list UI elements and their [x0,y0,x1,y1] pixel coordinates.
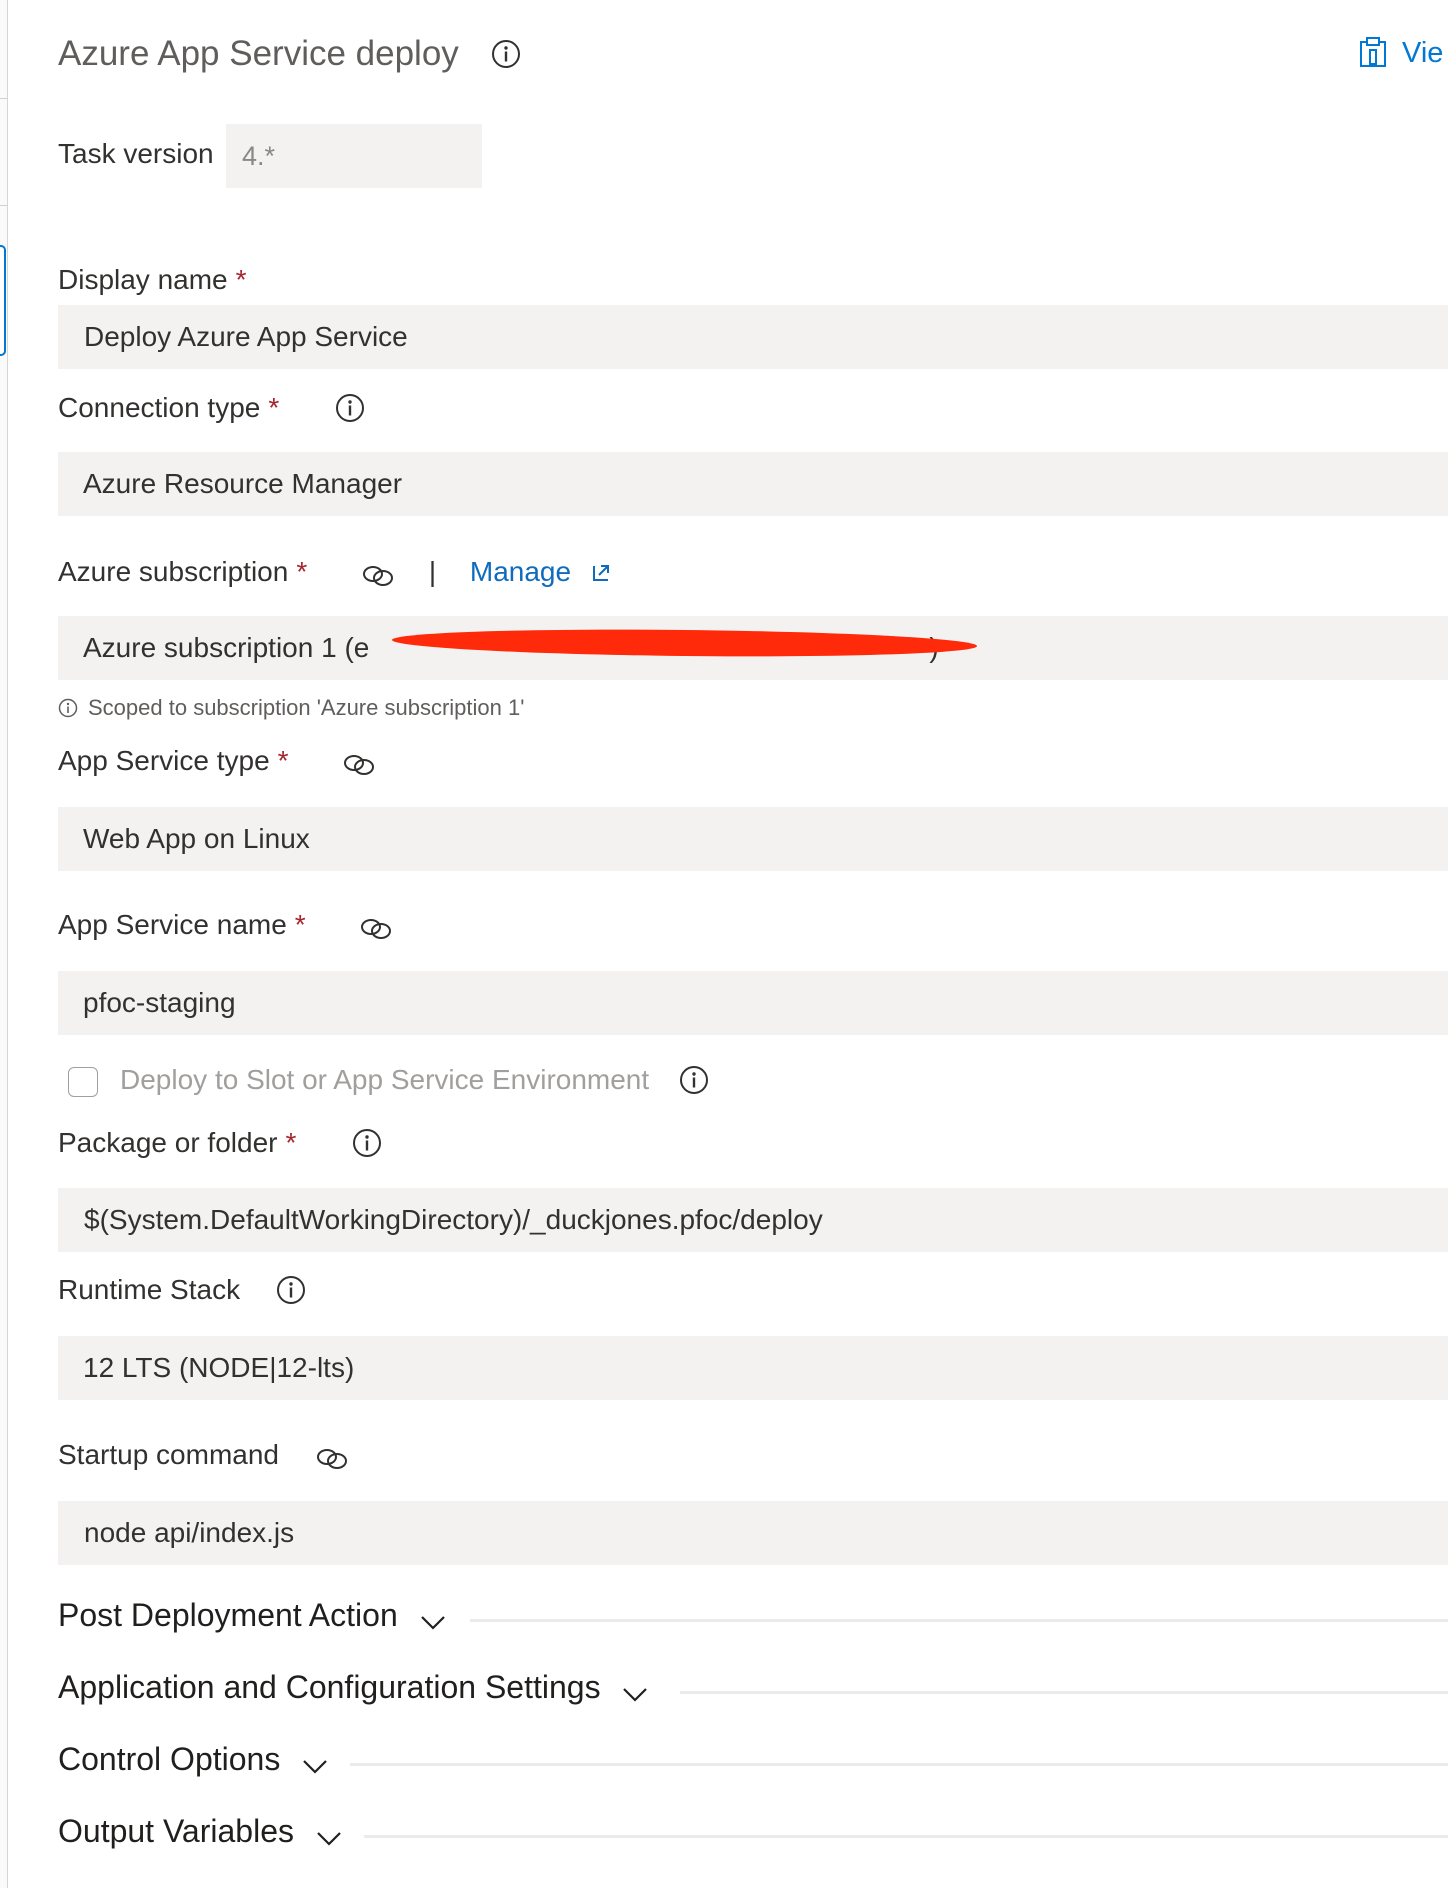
info-icon[interactable] [352,1128,382,1158]
deploy-to-slot-checkbox[interactable] [68,1067,98,1097]
section-divider [680,1691,1448,1694]
section-output-variables[interactable]: Output Variables [58,1813,343,1850]
connection-type-select[interactable]: Azure Resource Manager [58,452,1448,516]
external-link-icon[interactable] [591,563,611,583]
clipboard-icon [1360,37,1386,67]
selected-task-indicator[interactable] [0,245,6,356]
required-marker: * [294,909,306,940]
task-version-select[interactable]: 4.* [226,124,482,188]
chevron-down-icon [420,1616,445,1630]
info-icon[interactable] [679,1065,709,1095]
startup-command-label: Startup command [58,1439,349,1471]
required-marker: * [296,556,308,587]
required-marker: * [235,264,247,295]
task-title: Azure App Service deploy [58,34,521,74]
link-icon[interactable] [359,916,393,940]
required-marker: * [285,1127,297,1158]
chevron-down-icon [623,1688,648,1702]
manage-link[interactable]: Manage [470,556,571,587]
required-marker: * [277,745,289,776]
link-icon[interactable] [342,752,376,776]
package-or-folder-label: Package or folder * [58,1127,382,1159]
view-yaml-link[interactable]: Vie [1358,36,1443,70]
rail-divider [0,98,7,99]
chevron-down-icon [303,1760,327,1774]
section-app-config-settings[interactable]: Application and Configuration Settings [58,1669,649,1706]
chevron-down-icon [317,1832,341,1846]
app-service-type-label: App Service type * [58,745,376,777]
rail-divider [0,205,7,206]
deploy-to-slot-label[interactable]: Deploy to Slot or App Service Environmen… [120,1064,709,1096]
display-name-label: Display name * [58,264,247,295]
info-icon[interactable] [276,1275,306,1305]
runtime-stack-label: Runtime Stack [58,1274,306,1306]
azure-subscription-label: Azure subscription * | Manage [58,556,611,588]
startup-command-input[interactable]: node api/index.js [58,1501,1448,1565]
left-panel-edge [0,0,8,1888]
section-divider [364,1835,1448,1838]
package-or-folder-input[interactable]: $(System.DefaultWorkingDirectory)/_duckj… [58,1188,1448,1252]
info-icon[interactable] [335,393,365,423]
app-service-name-select[interactable]: pfoc-staging [58,971,1448,1035]
connection-type-label: Connection type * [58,392,365,424]
task-version-label: Task version [58,138,214,169]
info-icon[interactable] [491,39,521,69]
subscription-scope-hint: Scoped to subscription 'Azure subscripti… [58,695,524,721]
section-post-deployment-action[interactable]: Post Deployment Action [58,1597,447,1634]
runtime-stack-select[interactable]: 12 LTS (NODE|12-lts) [58,1336,1448,1400]
section-divider [350,1763,1448,1766]
required-marker: * [268,392,280,423]
link-icon[interactable] [361,563,395,587]
section-divider [470,1619,1448,1622]
app-service-type-select[interactable]: Web App on Linux [58,807,1448,871]
section-control-options[interactable]: Control Options [58,1741,329,1778]
display-name-input[interactable]: Deploy Azure App Service [58,305,1448,369]
info-icon [58,698,78,718]
app-service-name-label: App Service name * [58,909,393,941]
link-icon[interactable] [315,1446,349,1470]
separator: | [428,556,437,587]
